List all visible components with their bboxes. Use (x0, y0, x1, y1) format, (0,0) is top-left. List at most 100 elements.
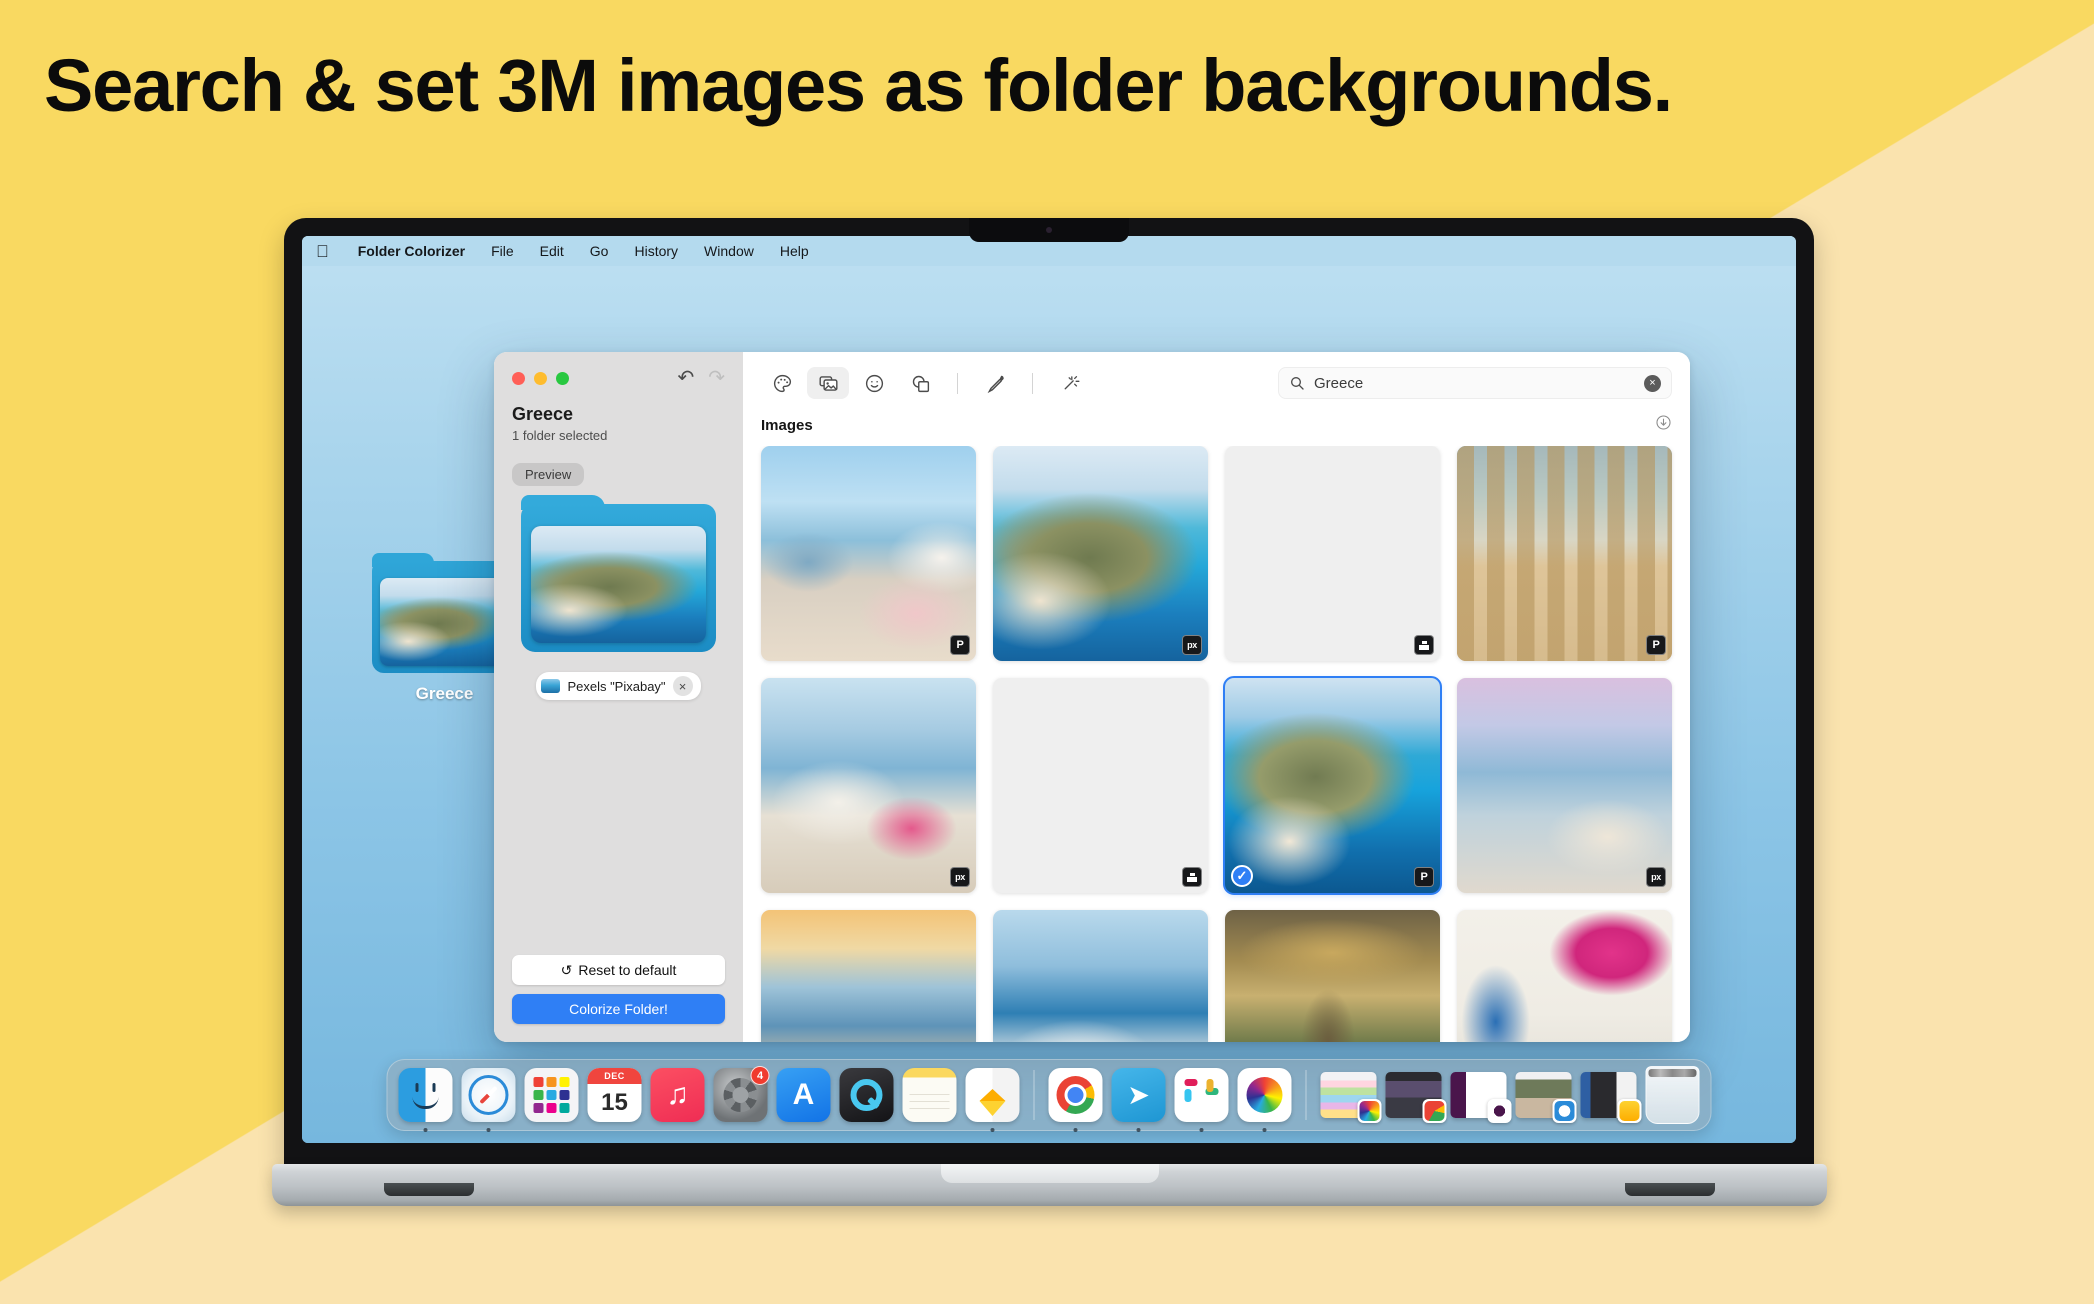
page-headline: Search & set 3M images as folder backgro… (44, 44, 1673, 127)
colorize-label: Colorize Folder! (569, 1001, 668, 1017)
dock-item-trash[interactable] (1645, 1066, 1700, 1124)
minimized-app-icon (1617, 1099, 1642, 1123)
dock-minimized-slack-window[interactable] (1450, 1072, 1512, 1123)
images-grid-scroll[interactable]: ✓ (743, 446, 1690, 1042)
laptop-foot-left (384, 1183, 474, 1196)
image-thumbnail (1225, 910, 1440, 1042)
menubar-item-edit[interactable]: Edit (527, 243, 577, 259)
maximize-button[interactable] (556, 371, 569, 385)
appstore-a-icon: A (792, 1078, 815, 1111)
folder-photo-scene (380, 578, 509, 666)
eyedropper-icon[interactable] (974, 367, 1016, 399)
menubar-item-window[interactable]: Window (691, 243, 767, 259)
menubar-item-file[interactable]: File (478, 243, 527, 259)
image-grid-item[interactable] (761, 678, 976, 893)
reset-icon: ↺ (560, 961, 573, 978)
image-source-badge-unsplash (1414, 635, 1434, 655)
toolbar-divider-1 (957, 372, 958, 394)
sidebar-selection-count: 1 folder selected (512, 428, 608, 443)
image-grid-item[interactable] (1457, 678, 1672, 893)
dock-item-notes[interactable] (902, 1068, 957, 1122)
dock-item-chrome[interactable] (1048, 1068, 1103, 1132)
dock-minimized-safari-window[interactable] (1515, 1072, 1577, 1123)
image-thumbnail (1457, 910, 1672, 1042)
close-button[interactable] (512, 371, 525, 385)
window-controls: ↶ ↷ (512, 368, 725, 388)
magic-wand-icon[interactable] (1049, 367, 1091, 399)
image-source-badge-pexels (1646, 635, 1666, 655)
menubar-item-history[interactable]: History (621, 243, 691, 259)
sketch-diamond-icon (979, 1089, 1006, 1116)
dock-item-folder-colorizer[interactable] (1237, 1068, 1292, 1132)
download-icon[interactable] (1655, 414, 1672, 436)
emoji-icon[interactable] (853, 367, 895, 399)
dock-divider (1305, 1070, 1307, 1120)
preview-label: Preview (512, 463, 585, 486)
clear-search-icon[interactable]: × (1644, 374, 1661, 392)
dock-item-app-store[interactable]: A (776, 1068, 831, 1122)
images-grid: ✓ (761, 446, 1672, 1042)
selected-check-icon: ✓ (1231, 865, 1253, 887)
menubar-item-help[interactable]: Help (767, 243, 822, 259)
folder-colorizer-window: ↶ ↷ Greece 1 folder selected Preview Pex… (494, 352, 1690, 1042)
image-grid-item[interactable] (1225, 910, 1440, 1042)
search-icon (1291, 377, 1304, 390)
apple-logo-icon[interactable]:  (316, 243, 329, 260)
image-grid-item[interactable] (761, 446, 976, 661)
dock-item-system-settings[interactable]: 4 (713, 1066, 770, 1122)
dock-item-telegram[interactable]: ➤ (1111, 1068, 1166, 1132)
dock-running-indicator (423, 1128, 428, 1132)
image-source-badge-px (1646, 867, 1666, 887)
images-section-header: Images (743, 414, 1690, 446)
calendar-day-label: 15 (601, 1089, 628, 1116)
image-grid-item[interactable] (993, 910, 1208, 1042)
menubar-item-go[interactable]: Go (577, 243, 622, 259)
image-source-chip[interactable]: Pexels "Pixabay" × (536, 672, 701, 700)
dock-item-slack[interactable] (1174, 1068, 1229, 1132)
image-thumbnail (761, 678, 976, 893)
app-toolbar: Greece × (743, 352, 1690, 414)
minimize-button[interactable] (534, 371, 547, 385)
palette-icon[interactable] (761, 367, 803, 399)
dock-running-indicator (486, 1128, 491, 1132)
dock-item-safari[interactable] (461, 1068, 516, 1132)
image-thumbnail (1225, 678, 1440, 893)
dock-item-calendar[interactable]: DEC 15 (587, 1068, 642, 1122)
reset-to-default-button[interactable]: ↺ Reset to default (512, 955, 725, 985)
color-wheel-icon (1246, 1077, 1283, 1113)
minimized-app-icon (1487, 1099, 1512, 1123)
image-grid-item[interactable] (1457, 910, 1672, 1042)
image-source-badge-px (1182, 635, 1202, 655)
image-source-badge-px (950, 867, 970, 887)
redo-icon[interactable]: ↷ (708, 368, 725, 388)
search-input[interactable]: Greece × (1278, 367, 1672, 399)
dock-item-sketch[interactable] (965, 1068, 1020, 1132)
dock-item-finder[interactable] (398, 1068, 453, 1132)
image-grid-item[interactable] (993, 446, 1208, 661)
remove-source-icon[interactable]: × (672, 676, 693, 696)
dock-minimized-colorizer-window[interactable] (1320, 1072, 1382, 1123)
image-grid-item[interactable] (1225, 446, 1440, 661)
macos-dock: DEC 15 ♫ 4 A ➤ (386, 1059, 1712, 1132)
dock-minimized-chrome-window[interactable] (1385, 1072, 1447, 1123)
dock-item-quicktime[interactable] (839, 1068, 894, 1122)
source-thumbnail-icon (541, 679, 561, 693)
image-grid-item[interactable] (993, 678, 1208, 893)
images-icon[interactable] (807, 367, 849, 399)
sidebar-folder-title: Greece (512, 404, 574, 424)
laptop-lid:  Folder Colorizer File Edit Go History … (284, 218, 1814, 1173)
trash-lid-icon (1648, 1069, 1697, 1077)
menubar-item-app[interactable]: Folder Colorizer (345, 243, 478, 259)
image-source-badge-pexels (1414, 867, 1434, 887)
shapes-icon[interactable] (899, 367, 941, 399)
dock-running-indicator (1262, 1128, 1267, 1132)
app-sidebar: ↶ ↷ Greece 1 folder selected Preview Pex… (494, 352, 743, 1042)
image-grid-item[interactable] (761, 910, 976, 1042)
image-grid-item[interactable] (1457, 446, 1672, 661)
colorize-folder-button[interactable]: Colorize Folder! (512, 994, 725, 1024)
dock-item-launchpad[interactable] (524, 1068, 579, 1122)
image-grid-item[interactable]: ✓ (1223, 676, 1442, 895)
dock-minimized-sketch-window[interactable] (1580, 1072, 1642, 1123)
dock-item-music[interactable]: ♫ (650, 1068, 705, 1122)
undo-icon[interactable]: ↶ (677, 368, 694, 388)
